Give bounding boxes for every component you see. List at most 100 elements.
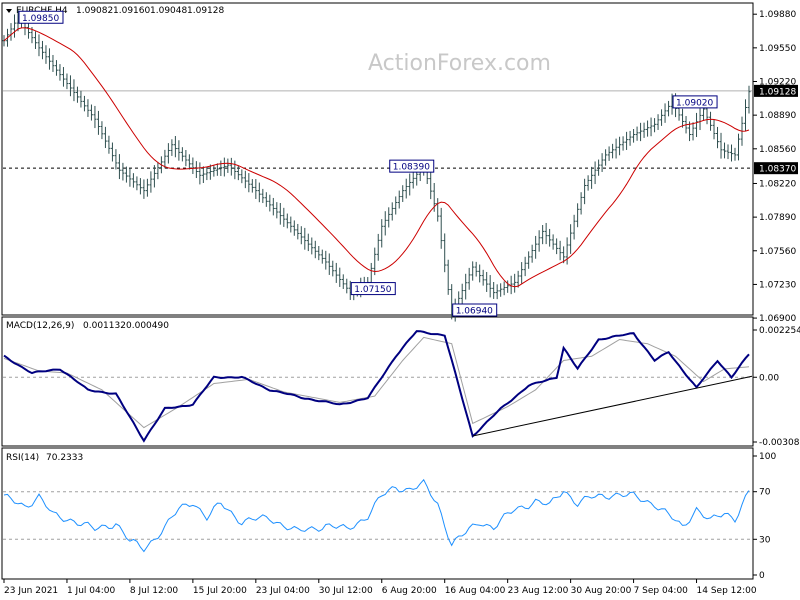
price-bar bbox=[471, 261, 475, 281]
price-bar bbox=[96, 110, 100, 135]
price-bar bbox=[649, 117, 653, 137]
price-bar bbox=[723, 142, 727, 159]
rsi-line bbox=[3, 478, 750, 553]
price-bar bbox=[719, 132, 723, 159]
price-bar bbox=[338, 267, 342, 287]
price-bar bbox=[747, 85, 751, 114]
price-bar bbox=[485, 271, 489, 292]
rsi-lines bbox=[3, 478, 752, 553]
price-bar bbox=[289, 216, 293, 233]
price-grid bbox=[3, 90, 752, 169]
price-tick-label: 1.07230 bbox=[759, 280, 796, 290]
price-bar bbox=[72, 79, 76, 102]
price-bar bbox=[681, 108, 685, 128]
price-bar bbox=[380, 219, 384, 248]
price-bar bbox=[628, 130, 632, 146]
macd-signal-value: 0.000490 bbox=[126, 321, 169, 331]
price-bar bbox=[9, 23, 13, 41]
price-bar bbox=[345, 278, 349, 294]
macd-title: MACD(12,26,9) bbox=[6, 321, 74, 331]
price-bar bbox=[79, 90, 83, 108]
price-bar bbox=[334, 262, 338, 283]
price-bar bbox=[593, 161, 597, 185]
price-bar bbox=[632, 128, 636, 143]
price-bar bbox=[502, 281, 506, 296]
price-bar bbox=[271, 197, 275, 216]
price-bar bbox=[730, 144, 734, 162]
price-bar bbox=[436, 198, 440, 222]
price-bar bbox=[103, 126, 107, 149]
price-bar bbox=[520, 262, 524, 284]
price-bar bbox=[331, 260, 335, 277]
price-bar bbox=[604, 149, 608, 166]
price-bar bbox=[296, 223, 300, 240]
price-bar bbox=[733, 147, 737, 161]
price-bar bbox=[537, 230, 541, 252]
time-tick-label: 6 Aug 20:00 bbox=[382, 586, 437, 596]
price-bar bbox=[173, 136, 177, 158]
annotation-label: 1.08390 bbox=[393, 163, 430, 173]
price-tick-label: 1.08560 bbox=[759, 145, 796, 155]
price-bar bbox=[555, 238, 559, 255]
time-tick-label: 1 Jul 04:00 bbox=[67, 586, 116, 596]
price-bar bbox=[600, 153, 604, 172]
price-bar bbox=[61, 67, 65, 87]
price-bar bbox=[107, 135, 111, 154]
price-tick-label: 1.06900 bbox=[759, 314, 796, 324]
time-tick-label: 23 Jul 04:00 bbox=[256, 586, 310, 596]
price-axis: 1.098801.095501.092201.088901.085601.082… bbox=[753, 10, 798, 324]
price-bar bbox=[89, 104, 93, 121]
price-bar bbox=[44, 45, 48, 64]
ohlc-high: 1.09160 bbox=[113, 6, 150, 16]
price-bar bbox=[635, 126, 639, 141]
macd-panel-frame bbox=[1, 316, 754, 447]
price-tick-label: 1.07560 bbox=[759, 247, 796, 257]
price-bar bbox=[233, 160, 237, 180]
price-bar bbox=[156, 161, 160, 180]
rsi-tick-label: 100 bbox=[759, 452, 776, 462]
price-bar bbox=[621, 136, 625, 151]
rsi-tick-label: 0 bbox=[759, 571, 765, 581]
price-bar bbox=[327, 253, 331, 275]
time-tick-label: 23 Jun 2021 bbox=[4, 586, 58, 596]
price-bar bbox=[254, 179, 258, 199]
price-bar bbox=[488, 275, 492, 298]
annotation-label: 1.07150 bbox=[354, 285, 391, 295]
time-tick-label: 23 Aug 12:00 bbox=[508, 586, 569, 596]
price-bar bbox=[443, 233, 447, 273]
ohlc-low: 1.09048 bbox=[150, 6, 187, 16]
price-bar bbox=[527, 251, 531, 269]
price-bar bbox=[464, 273, 468, 300]
dropdown-arrow-icon[interactable] bbox=[6, 9, 12, 13]
price-bar bbox=[660, 109, 664, 126]
price-bar bbox=[47, 48, 51, 70]
price-bar bbox=[180, 147, 184, 162]
price-bar bbox=[565, 237, 569, 265]
price-bar bbox=[429, 170, 433, 200]
price-bar bbox=[324, 250, 328, 270]
macd-tick-label: 0.00 bbox=[759, 373, 779, 383]
price-bar bbox=[534, 235, 538, 259]
price-bar bbox=[198, 162, 202, 185]
price-bar bbox=[12, 14, 16, 38]
annotation-label: 1.09850 bbox=[22, 14, 59, 24]
ohlc-open: 1.09082 bbox=[76, 6, 113, 16]
price-bar bbox=[205, 166, 209, 181]
price-bar bbox=[387, 207, 391, 228]
price-bar bbox=[439, 207, 443, 249]
price-bar bbox=[240, 169, 244, 184]
price-bar bbox=[114, 149, 118, 170]
time-tick-label: 8 Jul 12:00 bbox=[130, 586, 179, 596]
price-tick-label: 1.07890 bbox=[759, 213, 796, 223]
current-price-badge: 1.09128 bbox=[754, 84, 798, 97]
time-axis: 23 Jun 2021 1 Jul 04:00 8 Jul 12:00 15 Jul … bbox=[3, 579, 757, 596]
price-bar bbox=[390, 202, 394, 221]
price-bar bbox=[65, 73, 69, 90]
price-bar bbox=[303, 227, 307, 250]
rsi-title: RSI(14) bbox=[6, 453, 39, 463]
macd-line bbox=[3, 330, 750, 443]
chart-root: ActionForex.com EURCHF,H4 1.09082 1.0916… bbox=[0, 0, 800, 600]
price-bar bbox=[194, 161, 198, 179]
price-bar bbox=[247, 173, 251, 193]
price-bar bbox=[656, 114, 660, 130]
